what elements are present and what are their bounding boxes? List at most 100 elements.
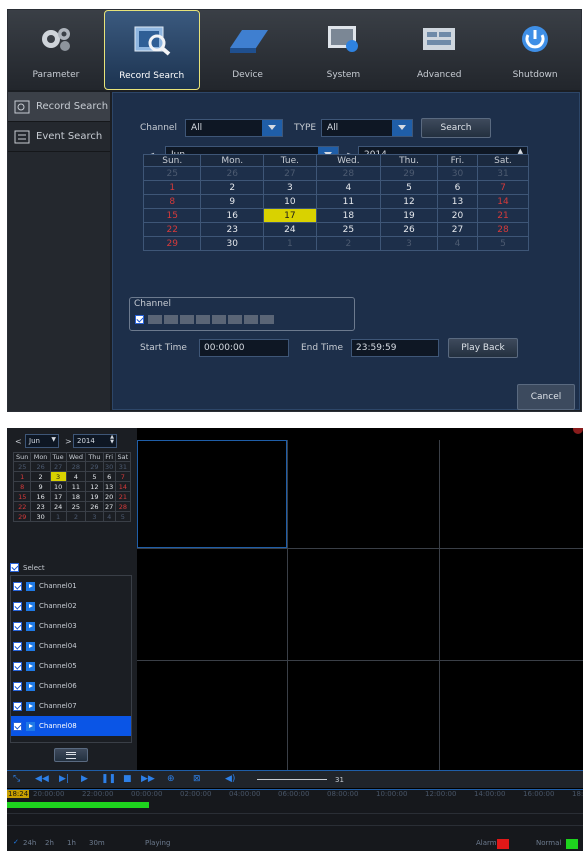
range-button-30m[interactable]: 30m xyxy=(89,839,105,847)
nav-record-search[interactable]: Record Search xyxy=(103,10,200,90)
calendar-day[interactable]: 22 xyxy=(142,222,202,237)
menu-button[interactable] xyxy=(54,748,88,762)
calendar-day[interactable]: 2 xyxy=(65,511,87,522)
nav-device[interactable]: Device xyxy=(200,10,296,90)
calendar-day[interactable]: 26 xyxy=(200,166,265,181)
timeline[interactable]: 20:00:00 22:00:00 00:00:00 02:00:00 04:00:00… xyxy=(7,789,583,837)
calendar-day[interactable]: 31 xyxy=(114,461,132,472)
nav-parameter[interactable]: Parameter xyxy=(8,10,104,90)
nav-system[interactable]: System xyxy=(296,10,392,90)
stop-icon[interactable]: ■ xyxy=(123,774,132,784)
calendar-day[interactable]: 12 xyxy=(85,481,104,492)
range-button-1h[interactable]: 1h xyxy=(67,839,76,847)
calendar-day[interactable]: 25 xyxy=(65,501,87,512)
video-cell-selected[interactable] xyxy=(137,440,287,548)
range-button-2h[interactable]: 2h xyxy=(45,839,54,847)
chevron-down-icon[interactable] xyxy=(262,120,282,136)
calendar-day[interactable]: 11 xyxy=(65,481,87,492)
calendar-day[interactable]: 25 xyxy=(142,166,202,181)
channel-checkbox[interactable] xyxy=(135,315,144,324)
select-all-checkbox[interactable] xyxy=(10,563,19,572)
calendar-day[interactable]: 1 xyxy=(12,471,32,482)
channel-list-item[interactable]: Channel02 xyxy=(11,596,131,616)
calendar-day[interactable]: 28 xyxy=(114,501,132,512)
prev-month-button[interactable]: < xyxy=(15,437,22,446)
channel-checkbox[interactable] xyxy=(13,601,22,611)
calendar-day[interactable]: 29 xyxy=(12,511,32,522)
end-time-input[interactable]: 23:59:59 xyxy=(351,339,439,357)
start-time-input[interactable]: 00:00:00 xyxy=(199,339,289,357)
calendar-day[interactable]: 4 xyxy=(102,511,116,522)
calendar-day[interactable]: 30 xyxy=(30,511,51,522)
calendar-day[interactable]: 3 xyxy=(263,180,317,195)
calendar-day[interactable]: 24 xyxy=(263,222,317,237)
calendar-day[interactable]: 17 xyxy=(263,208,317,223)
calendar-day[interactable]: 28 xyxy=(476,222,530,237)
channel-list-item[interactable]: Channel03 xyxy=(11,616,131,636)
calendar-day[interactable]: 3 xyxy=(85,511,104,522)
fullscreen-icon[interactable]: ⤡ xyxy=(13,774,20,784)
channel-checkbox[interactable] xyxy=(13,641,22,651)
pause-icon[interactable]: ❚❚ xyxy=(101,774,116,784)
calendar-day[interactable]: 15 xyxy=(142,208,202,223)
zoom-icon[interactable]: ⊕ xyxy=(167,774,175,784)
calendar-day[interactable]: 7 xyxy=(114,471,132,482)
calendar-day[interactable]: 6 xyxy=(436,180,478,195)
calendar-day[interactable]: 2 xyxy=(315,236,382,251)
calendar-day[interactable]: 21 xyxy=(114,491,132,502)
channel-select[interactable]: All xyxy=(185,119,283,137)
close-icon[interactable] xyxy=(573,428,583,434)
calendar-day[interactable]: 26 xyxy=(380,222,438,237)
calendar-day[interactable]: 18 xyxy=(65,491,87,502)
next-month-button[interactable]: > xyxy=(65,437,72,446)
calendar-day[interactable]: 4 xyxy=(65,471,87,482)
calendar-day[interactable]: 3 xyxy=(380,236,438,251)
channel-list-item[interactable]: Channel08 xyxy=(11,716,131,736)
calendar-day[interactable]: 20 xyxy=(102,491,116,502)
calendar-day[interactable]: 13 xyxy=(436,194,478,209)
calendar-day[interactable]: 20 xyxy=(436,208,478,223)
sidebar-item-record-search[interactable]: Record Search xyxy=(8,92,110,122)
channel-list-item[interactable]: Channel05 xyxy=(11,656,131,676)
calendar-day[interactable]: 5 xyxy=(380,180,438,195)
volume-icon[interactable]: ◀) xyxy=(225,774,235,784)
calendar-day[interactable]: 7 xyxy=(476,180,530,195)
calendar-day[interactable]: 27 xyxy=(263,166,317,181)
channel-checkbox[interactable] xyxy=(13,621,22,631)
channel-list-item[interactable]: Channel06 xyxy=(11,676,131,696)
calendar-day[interactable]: 14 xyxy=(476,194,530,209)
calendar-day[interactable]: 19 xyxy=(380,208,438,223)
calendar-day[interactable]: 29 xyxy=(142,236,202,251)
calendar-day[interactable]: 14 xyxy=(114,481,132,492)
calendar-day[interactable]: 9 xyxy=(30,481,51,492)
calendar-day[interactable]: 9 xyxy=(200,194,265,209)
play-back-button[interactable]: Play Back xyxy=(448,338,518,358)
nav-shutdown[interactable]: Shutdown xyxy=(487,10,581,90)
calendar-day[interactable]: 8 xyxy=(12,481,32,492)
stepper-arrows-icon[interactable]: ▲▼ xyxy=(110,435,114,445)
calendar-day[interactable]: 2 xyxy=(30,471,51,482)
volume-slider[interactable] xyxy=(257,779,327,780)
nav-advanced[interactable]: Advanced xyxy=(391,10,487,90)
calendar-day[interactable]: 28 xyxy=(315,166,382,181)
calendar-day[interactable]: 23 xyxy=(200,222,265,237)
search-button[interactable]: Search xyxy=(421,118,491,138)
calendar-day[interactable]: 6 xyxy=(102,471,116,482)
calendar-day[interactable]: 1 xyxy=(142,180,202,195)
play-icon[interactable]: ▶ xyxy=(81,774,88,784)
calendar-day[interactable]: 15 xyxy=(12,491,32,502)
step-forward-icon[interactable]: ▶| xyxy=(59,774,69,784)
calendar-day[interactable]: 21 xyxy=(476,208,530,223)
calendar-day[interactable]: 12 xyxy=(380,194,438,209)
calendar-day[interactable]: 19 xyxy=(85,491,104,502)
calendar-day[interactable]: 10 xyxy=(263,194,317,209)
calendar-day[interactable]: 31 xyxy=(476,166,530,181)
channel-checkbox[interactable] xyxy=(13,701,22,711)
calendar-day[interactable]: 27 xyxy=(102,501,116,512)
month-select[interactable]: Jun ▼ xyxy=(25,434,59,448)
sidebar-item-event-search[interactable]: Event Search xyxy=(8,122,110,152)
calendar-day[interactable]: 26 xyxy=(85,501,104,512)
calendar-day[interactable]: 30 xyxy=(200,236,265,251)
calendar-day[interactable]: 5 xyxy=(85,471,104,482)
calendar-day[interactable]: 5 xyxy=(476,236,530,251)
